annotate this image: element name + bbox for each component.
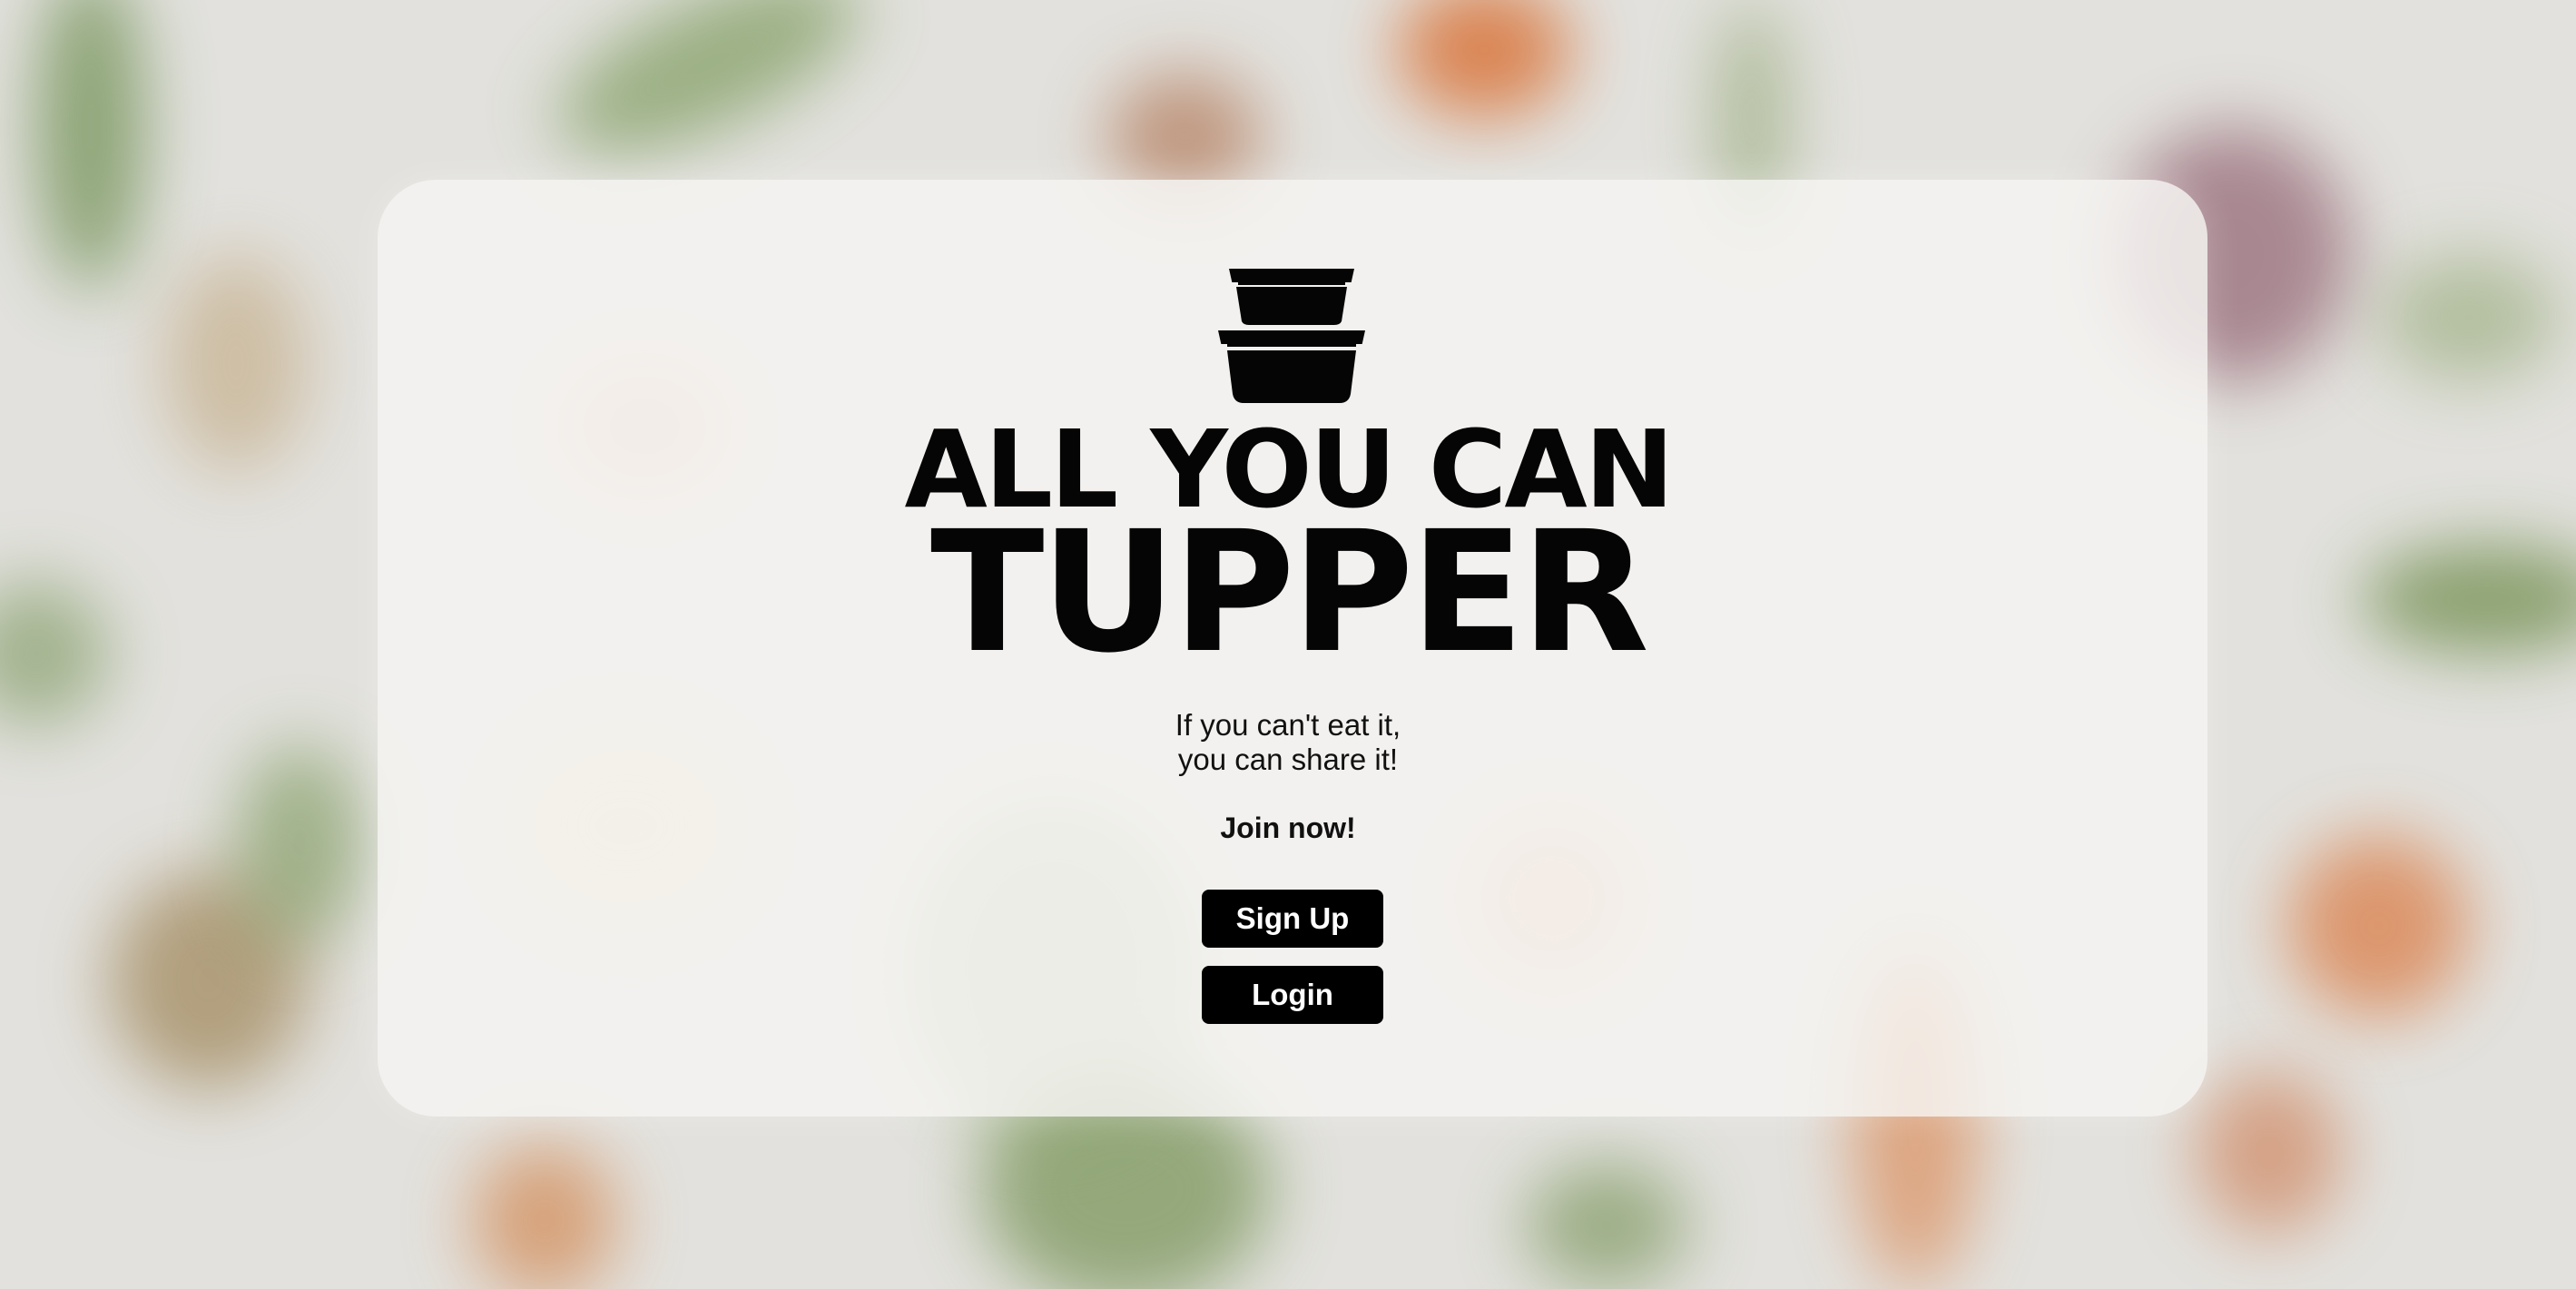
sign-up-button[interactable]: Sign Up: [1202, 890, 1383, 948]
brand-title-line-2: TUPPER: [929, 496, 1649, 690]
login-button[interactable]: Login: [1202, 966, 1383, 1024]
tagline: If you can't eat it, you can share it!: [0, 708, 2576, 777]
tagline-line-2: you can share it!: [1177, 743, 1399, 776]
join-now-text: Join now!: [1220, 812, 1356, 844]
stacked-food-containers-icon: [1218, 269, 1365, 403]
tagline-line-1: If you can't eat it,: [1175, 708, 1401, 742]
